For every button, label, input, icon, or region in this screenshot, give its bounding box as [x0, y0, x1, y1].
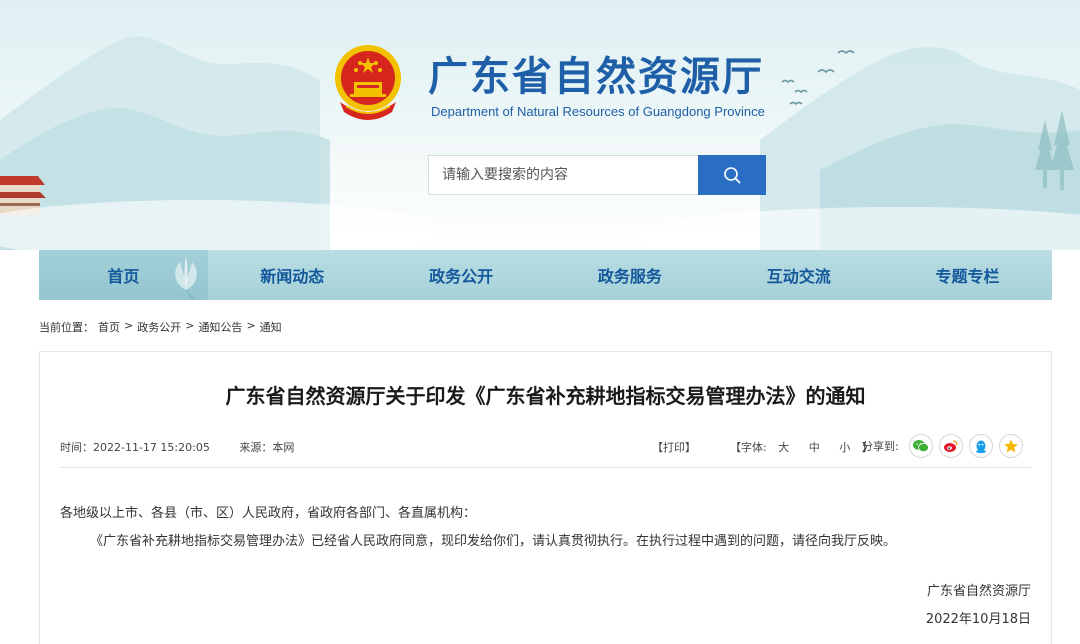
breadcrumb-government-affairs[interactable]: 政务公开: [137, 319, 181, 335]
header-banner: 广东省自然资源厅 Department of Natural Resources…: [0, 0, 1080, 250]
breadcrumb-separator: >: [185, 319, 195, 332]
article-source: 来源：本网: [239, 441, 295, 454]
font-size-label: 【字体:: [730, 441, 767, 454]
qq-icon: [975, 440, 986, 453]
article-time: 时间：2022-11-17 15:20:05: [60, 441, 210, 454]
breadcrumb-notices[interactable]: 通知公告: [198, 319, 242, 335]
nav-item-services[interactable]: 政务服务: [545, 250, 714, 300]
article-body: 各地级以上市、各县（市、区）人民政府，省政府各部门、各直属机构： 《广东省补充耕…: [60, 500, 1020, 556]
breadcrumb-prefix: 当前位置：: [39, 321, 94, 334]
article-tools: 【打印】 【字体: 大 中 小 】: [652, 439, 873, 455]
search-icon: [724, 167, 741, 184]
nav-item-label: 专题专栏: [935, 267, 1000, 286]
meta-divider: [60, 467, 1031, 468]
share-qq-button[interactable]: [968, 434, 993, 458]
share-bar: 分享到:: [862, 434, 1023, 458]
site-title: 广东省自然资源厅: [428, 53, 764, 100]
search-input[interactable]: [428, 155, 698, 195]
breadcrumb-home[interactable]: 首页: [98, 319, 120, 335]
font-size-control: 【字体: 大 中 小 】: [730, 439, 873, 455]
nav-item-interaction[interactable]: 互动交流: [714, 250, 883, 300]
nav-item-label: 互动交流: [766, 267, 831, 286]
nav-item-label: 政务服务: [597, 267, 662, 286]
article-salutation: 各地级以上市、各县（市、区）人民政府，省政府各部门、各直属机构：: [60, 506, 477, 521]
share-wechat-button[interactable]: [908, 434, 933, 458]
search-bar: [428, 155, 766, 195]
nav-item-label: 首页: [107, 267, 140, 286]
article-signature: 广东省自然资源厅 2022年10月18日: [926, 578, 1031, 634]
signature-date: 2022年10月18日: [925, 612, 1031, 627]
wechat-icon: [912, 440, 929, 453]
breadcrumb-current[interactable]: 通知: [260, 319, 282, 335]
article-card: 广东省自然资源厅关于印发《广东省补充耕地指标交易管理办法》的通知 时间：2022…: [39, 351, 1052, 644]
article-title: 广东省自然资源厅关于印发《广东省补充耕地指标交易管理办法》的通知: [225, 384, 866, 408]
main-nav: 首页 新闻动态 政务公开 政务服务 互动交流 专题专栏: [39, 250, 1052, 300]
qzone-icon: [1003, 439, 1018, 453]
font-size-medium-button[interactable]: 中: [809, 441, 820, 454]
font-size-small-button[interactable]: 小: [839, 441, 850, 454]
article-meta: 时间：2022-11-17 15:20:05 来源：本网: [60, 439, 320, 455]
share-weibo-button[interactable]: [938, 434, 963, 458]
search-button[interactable]: [698, 155, 766, 195]
breadcrumb-separator: >: [124, 319, 134, 332]
signature-organization: 广东省自然资源厅: [926, 584, 1031, 599]
landscape-illustration: [0, 36, 1080, 250]
print-button[interactable]: 【打印】: [652, 439, 696, 455]
breadcrumb-separator: >: [246, 319, 256, 332]
share-label: 分享到:: [862, 440, 899, 453]
weibo-icon: [943, 440, 958, 452]
site-subtitle: Department of Natural Resources of Guang…: [431, 104, 765, 119]
breadcrumb: 当前位置： 首页 > 政务公开 > 通知公告 > 通知: [39, 319, 282, 335]
nav-item-topics[interactable]: 专题专栏: [883, 250, 1052, 300]
nav-item-home[interactable]: 首页: [39, 250, 208, 300]
article-paragraph: 《广东省补充耕地指标交易管理办法》已经省人民政府同意，现印发给你们，请认真贯彻执…: [90, 534, 897, 549]
share-qzone-button[interactable]: [998, 434, 1023, 458]
nav-item-news[interactable]: 新闻动态: [208, 250, 377, 300]
national-emblem-icon: [335, 45, 401, 120]
nav-item-government-affairs[interactable]: 政务公开: [377, 250, 546, 300]
nav-item-label: 新闻动态: [260, 267, 325, 286]
magnolia-decoration-icon: [175, 256, 197, 300]
nav-item-label: 政务公开: [429, 267, 494, 286]
font-size-large-button[interactable]: 大: [778, 441, 789, 454]
